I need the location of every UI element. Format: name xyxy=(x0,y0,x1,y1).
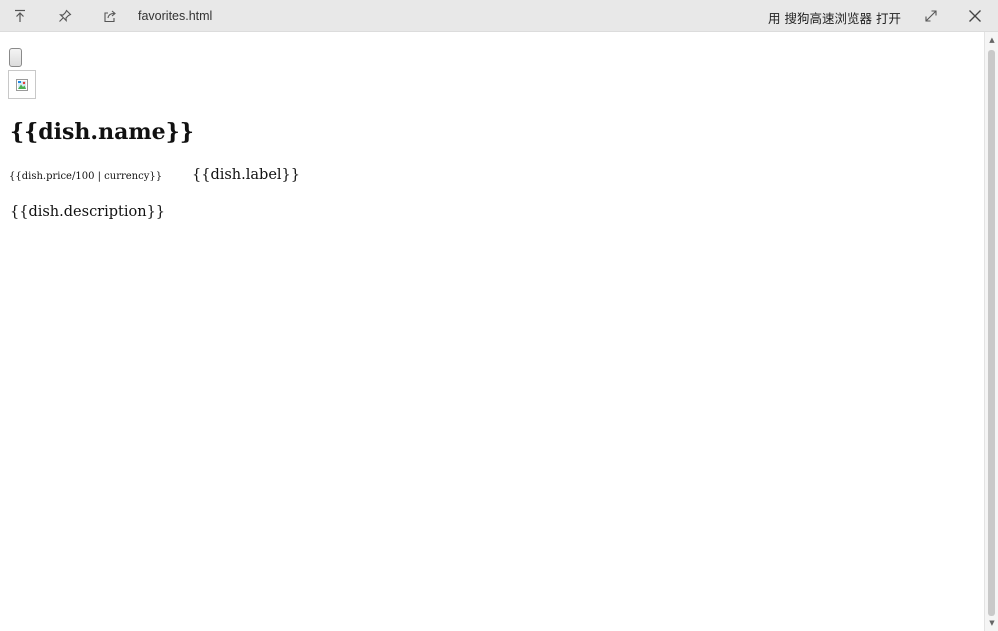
share-icon[interactable] xyxy=(100,6,120,26)
filename-label: favorites.html xyxy=(138,9,213,23)
page-content: {{dish.name}} {{dish.price/100 | currenc… xyxy=(0,32,984,631)
pin-icon[interactable] xyxy=(55,6,75,26)
broken-image-icon xyxy=(16,78,28,91)
close-icon[interactable] xyxy=(965,6,985,26)
vertical-scrollbar[interactable]: ▲ ▼ xyxy=(984,32,998,631)
dish-description: {{dish.description}} xyxy=(10,204,166,220)
broken-image xyxy=(8,70,36,99)
dish-name-heading: {{dish.name}} xyxy=(10,119,194,145)
dish-price: {{dish.price/100 | currency}} xyxy=(9,171,163,182)
dish-label: {{dish.label}} xyxy=(192,167,300,183)
empty-button[interactable] xyxy=(9,48,22,67)
preview-toolbar: favorites.html 用 搜狗高速浏览器 打开 xyxy=(0,0,998,32)
open-with-browser-button[interactable]: 用 搜狗高速浏览器 打开 xyxy=(768,8,901,27)
scroll-down-icon[interactable]: ▼ xyxy=(988,619,996,627)
scroll-top-icon[interactable] xyxy=(10,6,30,26)
scroll-thumb[interactable] xyxy=(988,50,995,616)
expand-icon[interactable] xyxy=(921,6,941,26)
scroll-up-icon[interactable]: ▲ xyxy=(988,36,996,44)
